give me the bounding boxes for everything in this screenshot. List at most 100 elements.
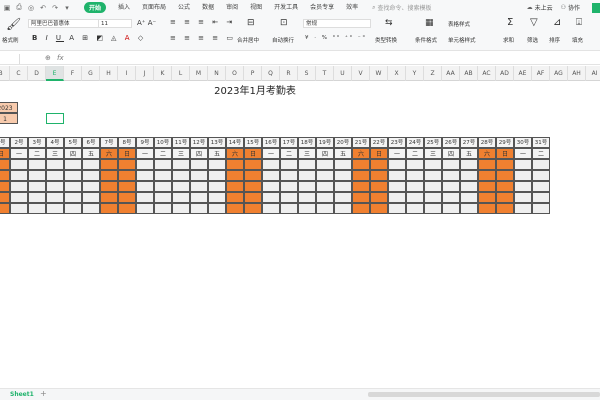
search-input[interactable]: 查找命令、搜索模板 <box>378 3 432 12</box>
attendance-cell[interactable] <box>424 192 442 203</box>
attendance-cell[interactable] <box>406 192 424 203</box>
ribbon-tab[interactable]: 开始 <box>84 2 107 13</box>
attendance-cell[interactable] <box>244 203 262 214</box>
attendance-cell[interactable] <box>424 159 442 170</box>
day-header[interactable]: 30号 <box>514 137 532 148</box>
attendance-cell[interactable] <box>190 181 208 192</box>
brush-icon[interactable]: 🖌 <box>6 17 21 31</box>
collab-button[interactable]: 协作 <box>568 3 580 12</box>
column-header[interactable]: X <box>388 66 406 81</box>
attendance-cell[interactable] <box>334 159 352 170</box>
weekday-cell[interactable]: 四 <box>64 148 82 159</box>
column-header[interactable]: N <box>208 66 226 81</box>
font-grow-icon[interactable]: A⁺ A⁻ <box>137 19 156 27</box>
attendance-cell[interactable] <box>172 181 190 192</box>
attendance-cell[interactable] <box>172 170 190 181</box>
column-header[interactable]: S <box>298 66 316 81</box>
day-header[interactable]: 23号 <box>388 137 406 148</box>
weekday-cell[interactable]: 二 <box>280 148 298 159</box>
attendance-cell[interactable] <box>514 170 532 181</box>
weekday-cell[interactable]: 一 <box>136 148 154 159</box>
attendance-cell[interactable] <box>100 181 118 192</box>
attendance-cell[interactable] <box>136 170 154 181</box>
font-select[interactable]: 阿里巴巴普惠体 <box>28 19 100 28</box>
attendance-cell[interactable] <box>118 170 136 181</box>
attendance-cell[interactable] <box>82 181 100 192</box>
weekday-cell[interactable]: 三 <box>172 148 190 159</box>
attendance-cell[interactable] <box>118 159 136 170</box>
number-format-icons[interactable]: ¥ · % ⁰⁰ ⁺⁰ ⁻⁰ <box>305 35 367 41</box>
attendance-cell[interactable] <box>244 181 262 192</box>
attendance-cell[interactable] <box>370 159 388 170</box>
attendance-cell[interactable] <box>100 159 118 170</box>
align-icons-row2[interactable]: ≡ ≡ ≡ ≡ ▭ <box>170 34 236 42</box>
column-header[interactable]: E <box>46 66 64 81</box>
attendance-cell[interactable] <box>442 159 460 170</box>
attendance-cell[interactable] <box>316 203 334 214</box>
day-header[interactable]: 7号 <box>100 137 118 148</box>
attendance-cell[interactable] <box>352 192 370 203</box>
add-sheet-button[interactable]: + <box>40 389 47 398</box>
filter-button[interactable]: 筛选 <box>527 36 538 44</box>
attendance-cell[interactable] <box>496 159 514 170</box>
attendance-cell[interactable] <box>190 192 208 203</box>
selected-cell[interactable] <box>46 113 64 124</box>
column-header[interactable]: P <box>244 66 262 81</box>
attendance-cell[interactable] <box>352 159 370 170</box>
column-header[interactable]: I <box>118 66 136 81</box>
day-header[interactable]: 8号 <box>118 137 136 148</box>
attendance-cell[interactable] <box>370 192 388 203</box>
attendance-cell[interactable] <box>298 170 316 181</box>
attendance-cell[interactable] <box>82 170 100 181</box>
column-header[interactable]: C <box>10 66 28 81</box>
search-icon[interactable]: ⌕ <box>372 4 375 12</box>
ribbon-tab[interactable]: 视图 <box>250 2 262 13</box>
attendance-cell[interactable] <box>190 203 208 214</box>
year-cell[interactable]: 2023 <box>0 102 18 113</box>
attendance-cell[interactable] <box>334 192 352 203</box>
attendance-cell[interactable] <box>442 181 460 192</box>
attendance-cell[interactable] <box>388 159 406 170</box>
attendance-cell[interactable] <box>208 159 226 170</box>
attendance-cell[interactable] <box>388 181 406 192</box>
ribbon-tab[interactable]: 数据 <box>202 2 214 13</box>
attendance-cell[interactable] <box>118 181 136 192</box>
weekday-cell[interactable]: 二 <box>154 148 172 159</box>
attendance-cell[interactable] <box>100 170 118 181</box>
column-header[interactable]: H <box>100 66 118 81</box>
ribbon-tab[interactable]: 公式 <box>178 2 190 13</box>
attendance-cell[interactable] <box>424 170 442 181</box>
attendance-cell[interactable] <box>478 203 496 214</box>
day-header[interactable]: 26号 <box>442 137 460 148</box>
column-header[interactable]: Q <box>262 66 280 81</box>
font-size-select[interactable]: 11 <box>98 19 132 28</box>
ribbon-tab[interactable]: 效率 <box>346 2 358 13</box>
attendance-cell[interactable] <box>388 192 406 203</box>
attendance-cell[interactable] <box>388 170 406 181</box>
align-icons[interactable]: ≡ ≡ ≡ ⇤ ⇥ <box>170 18 235 26</box>
attendance-cell[interactable] <box>532 159 550 170</box>
day-header[interactable]: 9号 <box>136 137 154 148</box>
attendance-cell[interactable] <box>370 181 388 192</box>
attendance-cell[interactable] <box>10 170 28 181</box>
attendance-cell[interactable] <box>442 203 460 214</box>
day-header[interactable]: 21号 <box>352 137 370 148</box>
attendance-cell[interactable] <box>0 170 10 181</box>
attendance-cell[interactable] <box>280 203 298 214</box>
column-header[interactable]: AC <box>478 66 496 81</box>
day-header[interactable]: 29号 <box>496 137 514 148</box>
attendance-cell[interactable] <box>442 170 460 181</box>
attendance-cell[interactable] <box>28 170 46 181</box>
column-header[interactable]: U <box>334 66 352 81</box>
attendance-cell[interactable] <box>172 203 190 214</box>
weekday-cell[interactable]: 五 <box>82 148 100 159</box>
attendance-cell[interactable] <box>172 192 190 203</box>
attendance-cell[interactable] <box>298 192 316 203</box>
wrap-text-button[interactable]: 自动换行 <box>272 36 294 44</box>
attendance-cell[interactable] <box>208 170 226 181</box>
attendance-cell[interactable] <box>172 159 190 170</box>
ribbon-tab[interactable]: 插入 <box>118 2 130 13</box>
attendance-cell[interactable] <box>118 203 136 214</box>
zoom-icon[interactable]: ⊕ <box>45 54 51 62</box>
attendance-cell[interactable] <box>262 181 280 192</box>
